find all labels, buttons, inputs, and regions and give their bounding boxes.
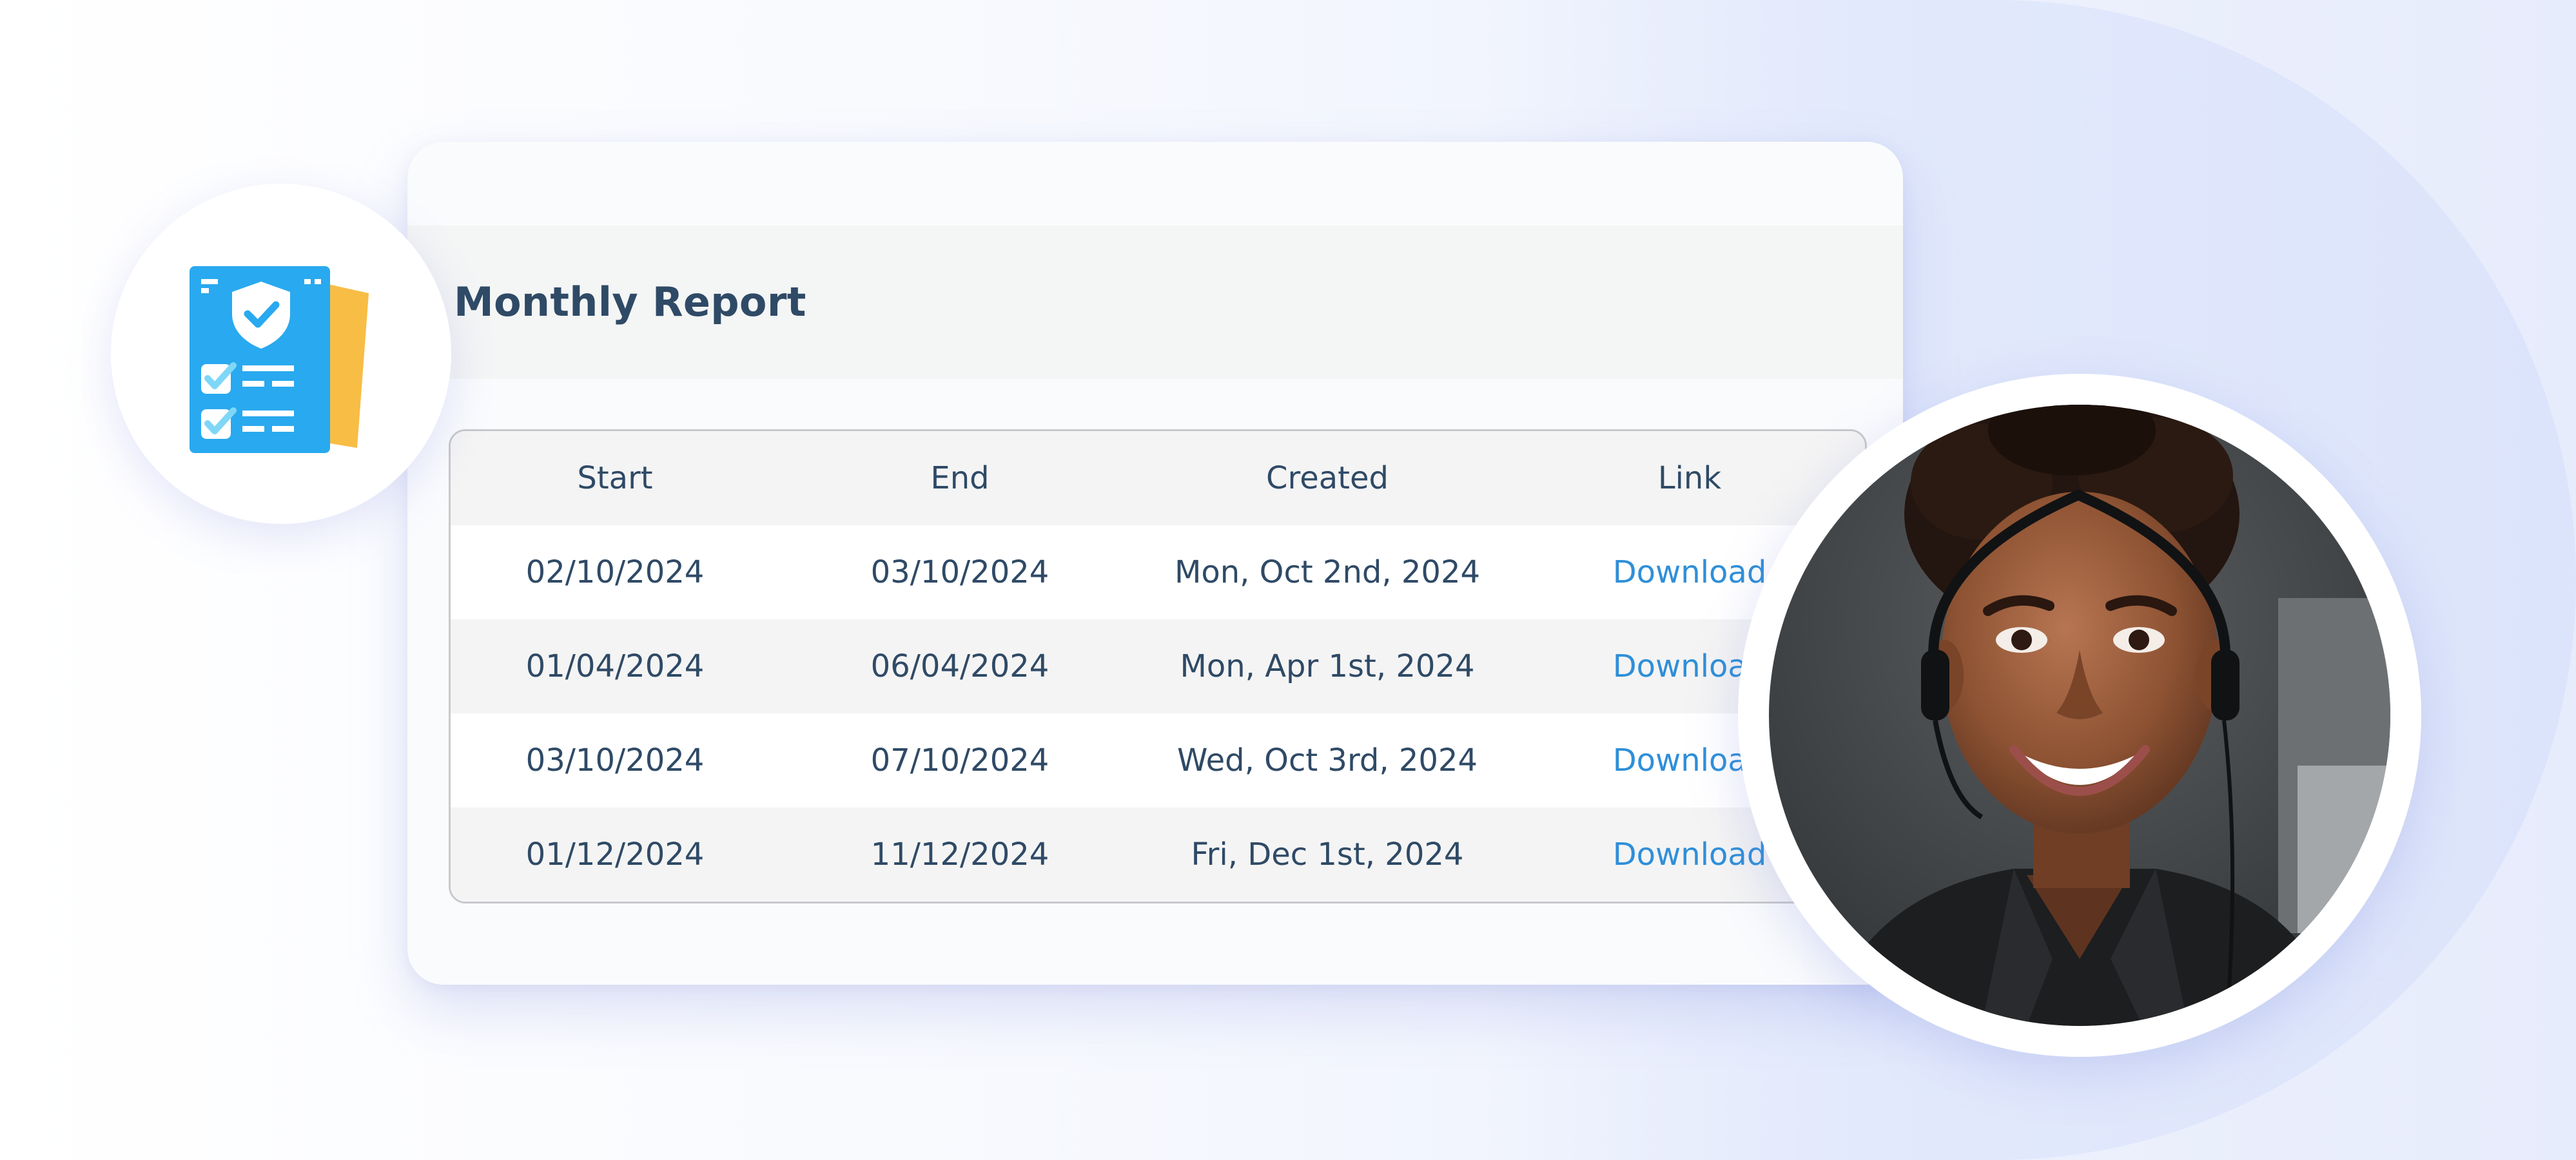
created-date-cell: Mon, Oct 2nd, 2024 (1174, 554, 1481, 590)
start-date-cell: 01/12/2024 (525, 836, 705, 873)
checklist-shield-icon (190, 266, 369, 453)
created-date-cell: Wed, Oct 3rd, 2024 (1177, 742, 1478, 778)
created-date-cell: Mon, Apr 1st, 2024 (1180, 648, 1475, 684)
start-date-cell: 01/04/2024 (525, 648, 705, 684)
avatar (1769, 405, 2390, 1026)
column-header-created[interactable]: Created (1140, 431, 1514, 525)
start-date-cell: 03/10/2024 (525, 742, 705, 778)
download-link[interactable]: Download (1613, 554, 1767, 590)
column-header-start[interactable]: Start (451, 431, 779, 525)
start-date-cell: 02/10/2024 (525, 554, 705, 590)
support-agent-photo (1769, 405, 2390, 1026)
report-icon-bubble (111, 184, 451, 524)
end-date-cell: 03/10/2024 (870, 554, 1049, 590)
end-date-cell: 06/04/2024 (870, 648, 1049, 684)
avatar-frame (1738, 374, 2421, 1057)
end-date-cell: 07/10/2024 (870, 742, 1049, 778)
card-header: Monthly Report (407, 226, 1903, 379)
end-date-cell: 11/12/2024 (870, 836, 1049, 873)
download-link[interactable]: Download (1613, 836, 1767, 873)
page-title: Monthly Report (454, 278, 806, 325)
table-row: 03/10/2024 07/10/2024 Wed, Oct 3rd, 2024… (451, 713, 1865, 807)
table-row: 01/04/2024 06/04/2024 Mon, Apr 1st, 2024… (451, 619, 1865, 713)
column-header-end[interactable]: End (779, 431, 1140, 525)
created-date-cell: Fri, Dec 1st, 2024 (1191, 836, 1464, 873)
table-row: 02/10/2024 03/10/2024 Mon, Oct 2nd, 2024… (451, 525, 1865, 619)
table-row: 01/12/2024 11/12/2024 Fri, Dec 1st, 2024… (451, 807, 1865, 902)
table-header-row: Start End Created Link (451, 431, 1865, 525)
report-card: Monthly Report Start End Created Link 02… (407, 142, 1903, 985)
report-table: Start End Created Link 02/10/2024 03/10/… (449, 429, 1867, 904)
